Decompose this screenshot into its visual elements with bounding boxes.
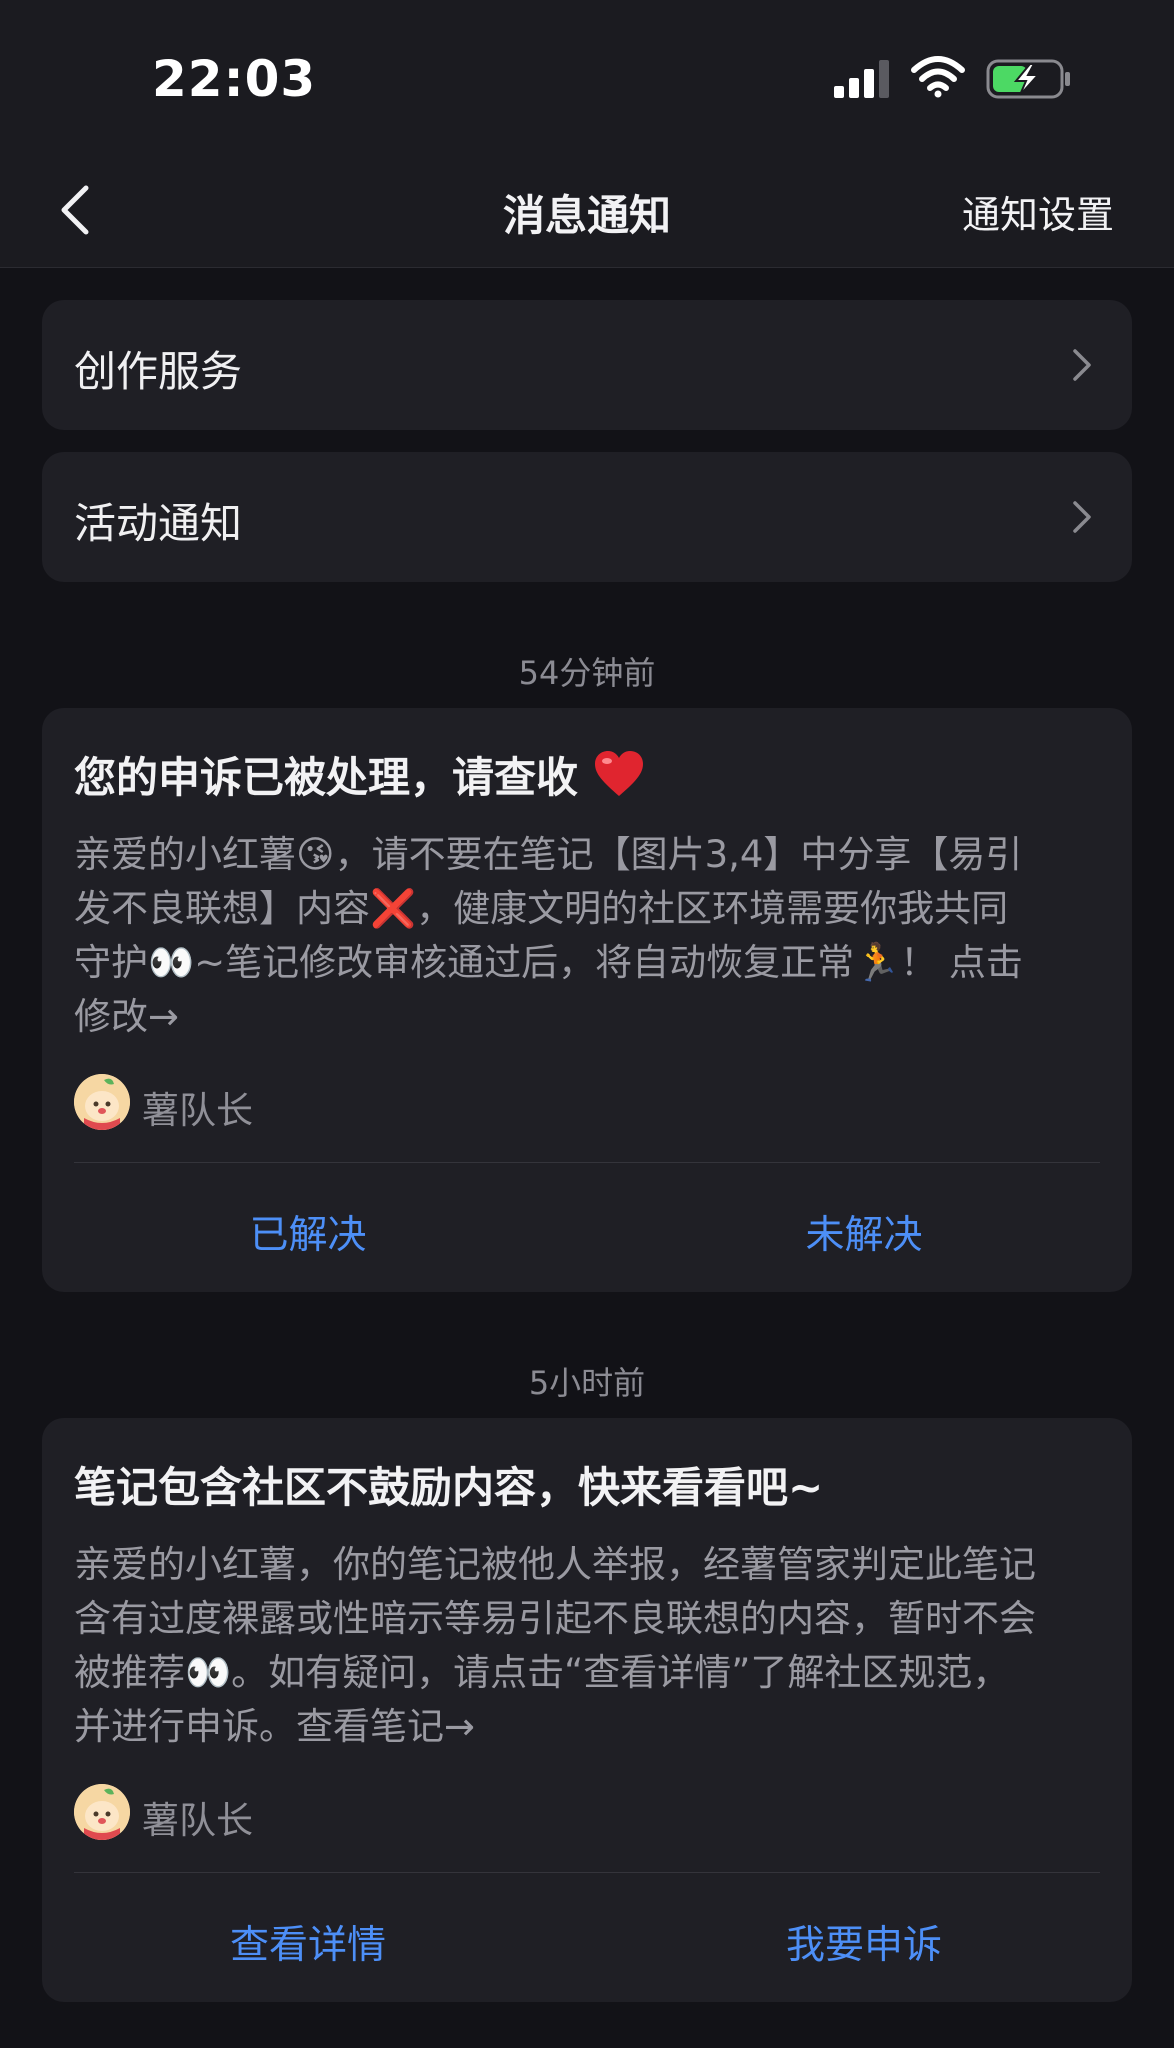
body-line: 被推荐👀。如有疑问，请点击“查看详情”了解社区规范，	[74, 1651, 1010, 1694]
view-details-button[interactable]: 查看详情	[108, 1914, 508, 1970]
chevron-right-icon	[1073, 501, 1091, 533]
notification-body[interactable]: 亲爱的小红薯😘，请不要在笔记【图片3,4】中分享【易引 发不良联想】内容❌，健康…	[74, 828, 1104, 1044]
menu-row-label: 活动通知	[74, 499, 243, 548]
notification-title: 笔记包含社区不鼓励内容，快来看看吧~	[74, 1463, 824, 1512]
sender-name: 薯队长	[142, 1089, 253, 1132]
body-line: 守护👀~笔记修改审核通过后，将自动恢复正常🏃！ 点击	[74, 941, 1023, 984]
appeal-button[interactable]: 我要申诉	[664, 1914, 1064, 1970]
status-bar: 22:03	[0, 0, 1174, 150]
notification-card: 您的申诉已被处理，请查收 亲爱的小红薯😘，请不要在笔记【图片3,4】中分享【易引…	[42, 708, 1132, 1292]
potato-avatar-icon	[74, 1784, 130, 1840]
notification-time: 5小时前	[528, 1364, 646, 1402]
menu-row-label: 创作服务	[74, 347, 243, 396]
body-line: 含有过度裸露或性暗示等易引起不良联想的内容，暂时不会	[74, 1597, 1036, 1640]
notification-title-text: 您的申诉已被处理，请查收	[74, 753, 579, 802]
divider	[74, 1162, 1100, 1163]
menu-row-activity-notice[interactable]: 活动通知	[42, 452, 1132, 582]
chevron-right-icon	[1073, 349, 1091, 381]
cellular-signal-icon	[834, 60, 889, 98]
nav-bar: 消息通知 通知设置	[0, 150, 1174, 268]
notification-card: 笔记包含社区不鼓励内容，快来看看吧~ 亲爱的小红薯，你的笔记被他人举报，经薯管家…	[42, 1418, 1132, 2002]
resolved-button[interactable]: 已解决	[108, 1204, 508, 1260]
potato-avatar-icon	[74, 1074, 130, 1130]
body-line: 亲爱的小红薯，你的笔记被他人举报，经薯管家判定此笔记	[74, 1543, 1036, 1586]
notification-title: 您的申诉已被处理，请查收	[74, 744, 645, 805]
divider	[74, 1872, 1100, 1873]
menu-row-creation-service[interactable]: 创作服务	[42, 300, 1132, 430]
body-line: 修改→	[74, 995, 180, 1038]
notification-body[interactable]: 亲爱的小红薯，你的笔记被他人举报，经薯管家判定此笔记 含有过度裸露或性暗示等易引…	[74, 1538, 1104, 1754]
avatar	[74, 1074, 130, 1130]
unresolved-button[interactable]: 未解决	[664, 1204, 1064, 1260]
screen: 22:03 消息通知 通知设置 创作服务 活动通知 54分钟前 您的申诉已被处理…	[0, 0, 1174, 2048]
sender-name: 薯队长	[142, 1799, 253, 1842]
notification-settings-button[interactable]: 通知设置	[962, 184, 1114, 239]
status-time: 22:03	[152, 50, 317, 108]
battery-charging-icon	[986, 59, 1070, 99]
body-line: 发不良联想】内容❌，健康文明的社区环境需要你我共同	[74, 887, 1009, 930]
notification-time: 54分钟前	[518, 654, 656, 692]
body-line: 并进行申诉。查看笔记→	[74, 1705, 476, 1748]
wifi-icon	[911, 56, 965, 98]
avatar	[74, 1784, 130, 1840]
heart-icon	[594, 751, 643, 796]
body-line: 亲爱的小红薯😘，请不要在笔记【图片3,4】中分享【易引	[74, 833, 1023, 876]
